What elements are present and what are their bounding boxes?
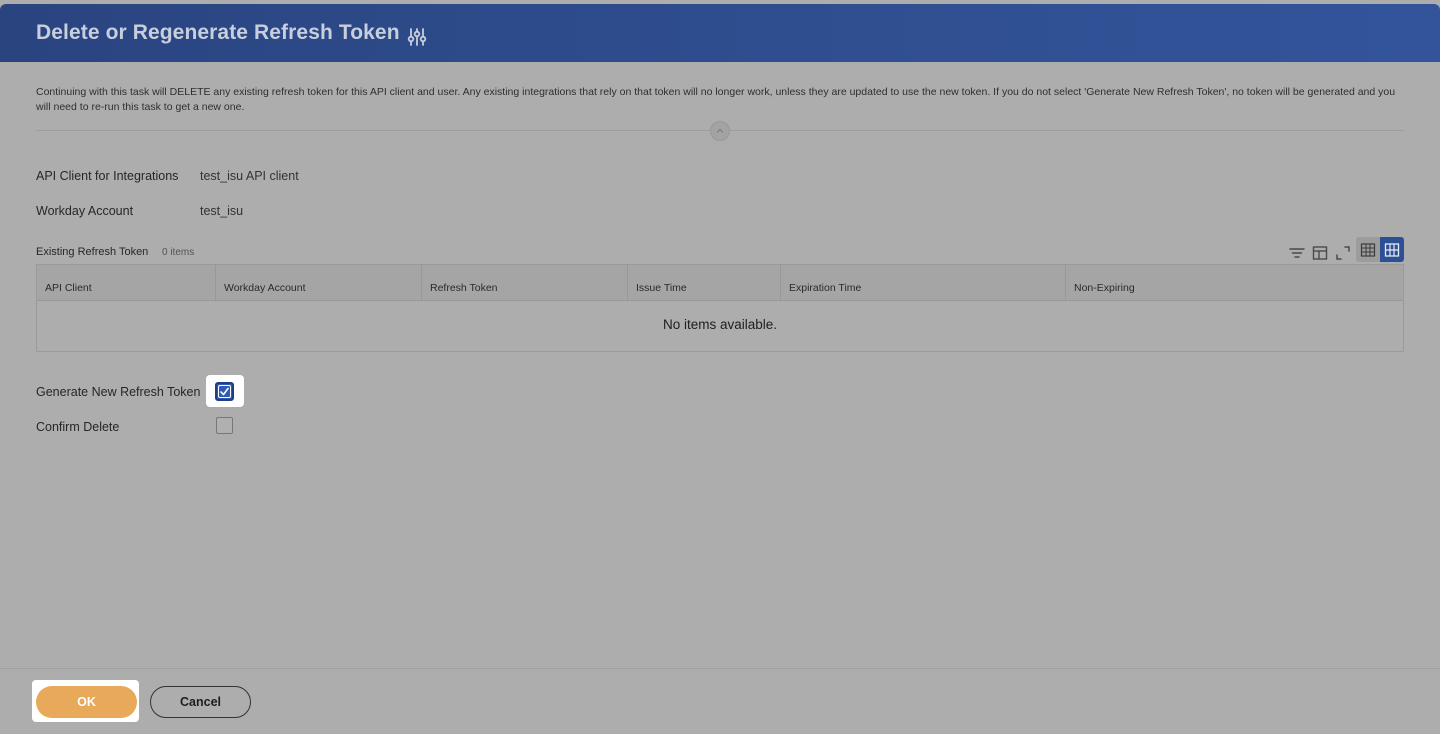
column-header-non-expiring[interactable]: Non-Expiring [1066,265,1403,301]
table-view-button[interactable] [1356,237,1380,262]
column-header-expiration-time[interactable]: Expiration Time [781,265,1066,301]
column-header-api-client[interactable]: API Client [37,265,216,301]
grid-item-count: 0 items [162,247,195,258]
task-description: Continuing with this task will DELETE an… [36,86,1396,113]
grid-view-icon [1384,242,1400,257]
refresh-token-table: API Client Workday Account Refresh Token… [36,264,1404,352]
footer-divider [0,668,1440,669]
table-header: API Client Workday Account Refresh Token… [37,265,1403,301]
fullscreen-icon[interactable] [1334,244,1352,262]
table-view-icon [1360,242,1376,257]
sliders-icon[interactable] [406,26,428,48]
column-layout-icon[interactable] [1311,244,1329,262]
grid-view-button[interactable] [1380,237,1404,262]
empty-table-message: No items available. [662,317,778,332]
generate-token-checkbox[interactable] [215,382,234,401]
page-header: Delete or Regenerate Refresh Token [0,4,1440,62]
confirm-delete-label: Confirm Delete [36,420,120,434]
chevron-up-icon [716,128,724,133]
view-toggle [1356,237,1404,262]
generate-token-label: Generate New Refresh Token [36,385,201,399]
page-title: Delete or Regenerate Refresh Token [36,21,400,44]
filter-icon[interactable] [1288,244,1306,262]
checkmark-icon [220,387,229,396]
confirm-delete-checkbox[interactable] [216,417,233,434]
api-client-label: API Client for Integrations [36,169,179,183]
column-header-refresh-token[interactable]: Refresh Token [422,265,628,301]
cancel-button[interactable]: Cancel [150,686,251,718]
workday-account-label: Workday Account [36,204,134,218]
ok-button[interactable]: OK [36,686,137,718]
column-header-workday-account[interactable]: Workday Account [216,265,422,301]
column-header-issue-time[interactable]: Issue Time [628,265,781,301]
workday-account-value: test_isu [200,204,244,218]
task-page: Delete or Regenerate Refresh Token Conti… [0,0,1440,734]
collapse-button[interactable] [710,121,730,141]
api-client-value: test_isu API client [200,169,299,183]
grid-title: Existing Refresh Token [36,246,149,258]
